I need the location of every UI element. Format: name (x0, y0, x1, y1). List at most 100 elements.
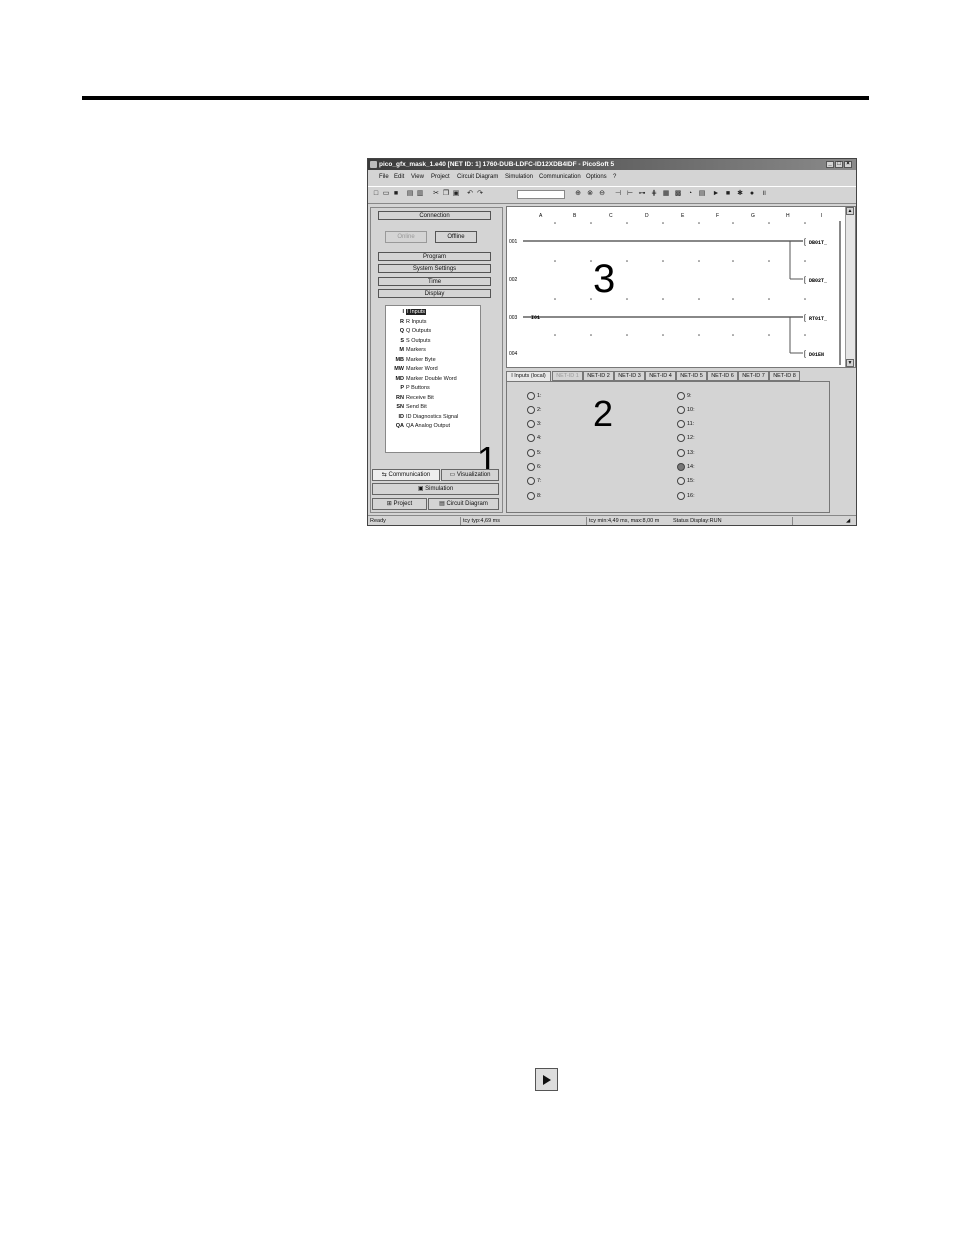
tab-net-id-7[interactable]: NET-ID 7 (738, 371, 769, 381)
input-led-13[interactable] (677, 449, 685, 457)
contact-icon[interactable]: ⊣ (614, 190, 622, 198)
input-led-8[interactable] (527, 492, 535, 500)
menu-options[interactable]: Options (586, 174, 607, 180)
zoom-out-icon[interactable]: ⊖ (598, 190, 606, 198)
tree-item-analog-output[interactable]: QA QA Analog Output (390, 423, 450, 432)
scroll-up-icon[interactable]: ▲ (846, 207, 854, 215)
menu-communication[interactable]: Communication (539, 174, 581, 180)
resize-grip-icon[interactable]: ◢ (846, 516, 850, 525)
tree-item-r-inputs[interactable]: RR Inputs (390, 319, 426, 328)
offline-button[interactable]: Offline (435, 231, 477, 243)
grid-dot (804, 298, 806, 300)
input-led-6[interactable] (527, 463, 535, 471)
grid-icon[interactable]: ▦ (662, 190, 670, 198)
print-icon[interactable]: ▤ (406, 190, 414, 198)
record-icon[interactable]: ● (748, 190, 756, 198)
program-button[interactable]: Program (378, 252, 491, 261)
tree-item-marker-byte[interactable]: MB Marker Byte (390, 357, 435, 366)
time-button[interactable]: Time (378, 277, 491, 286)
connection-icon[interactable]: ⋕ (650, 190, 658, 198)
display-button[interactable]: Display (378, 289, 491, 298)
tree-item-send-bit[interactable]: SN Send Bit (390, 404, 426, 413)
zoom-in-icon[interactable]: ⊕ (574, 190, 582, 198)
grid-dot (698, 222, 700, 224)
tree-item-q-outputs[interactable]: QQ Outputs (390, 328, 431, 337)
tree-item-marker-double-word[interactable]: MD Marker Double Word (390, 376, 456, 385)
paste-icon[interactable]: ▣ (452, 190, 460, 198)
tab-net-id-3[interactable]: NET-ID 3 (614, 371, 645, 381)
pause-icon[interactable]: ॥ (760, 190, 768, 198)
menu-project[interactable]: Project (431, 174, 450, 180)
circuit-diagram-button[interactable]: ▤ Circuit Diagram (428, 498, 499, 510)
input-led-16[interactable] (677, 492, 685, 500)
save-icon[interactable]: ■ (392, 190, 400, 198)
close-button[interactable]: × (844, 161, 852, 168)
tab-visualization[interactable]: ▭ Visualization (441, 469, 499, 481)
tree-item-marker-word[interactable]: MW Marker Word (390, 366, 437, 375)
tree-item-diagnostics-signal[interactable]: ID ID Diagnostics Signal (390, 414, 459, 423)
stop-icon[interactable]: ■ (724, 190, 732, 198)
function-block-icon[interactable]: ▩ (674, 190, 682, 198)
tab-net-id-2[interactable]: NET-ID 2 (583, 371, 614, 381)
grid-dot (698, 298, 700, 300)
input-led-10[interactable] (677, 406, 685, 414)
input-led-5[interactable] (527, 449, 535, 457)
redo-icon[interactable]: ↷ (476, 190, 484, 198)
input-led-3[interactable] (527, 420, 535, 428)
input-led-15[interactable] (677, 477, 685, 485)
input-led-7[interactable] (527, 477, 535, 485)
connection-button[interactable]: Connection (378, 211, 491, 220)
input-led-11[interactable] (677, 420, 685, 428)
tab-net-id-1[interactable]: NET-ID 1 (552, 371, 583, 381)
undo-icon[interactable]: ↶ (466, 190, 474, 198)
input-led-1[interactable] (527, 392, 535, 400)
input-led-4[interactable] (527, 434, 535, 442)
tab-communication[interactable]: ⇆ Communication (372, 469, 440, 481)
menu-circuit-diagram[interactable]: Circuit Diagram (457, 174, 498, 180)
input-led-2[interactable] (527, 406, 535, 414)
cut-icon[interactable]: ✂ (432, 190, 440, 198)
tree-item-p-buttons[interactable]: PP Buttons (390, 385, 429, 394)
tree-item-markers[interactable]: M Markers (390, 347, 425, 356)
play-icon[interactable]: ► (712, 190, 720, 198)
zoom-fit-icon[interactable]: ⊗ (586, 190, 594, 198)
print-preview-icon[interactable]: ▥ (416, 190, 424, 198)
menu-help[interactable]: ? (613, 174, 616, 180)
menu-file[interactable]: File (379, 174, 389, 180)
online-button[interactable]: Online (385, 231, 427, 243)
input-led-9[interactable] (677, 392, 685, 400)
tab-net-id-5[interactable]: NET-ID 5 (676, 371, 707, 381)
minimize-button[interactable]: _ (826, 161, 834, 168)
tab-net-id-8[interactable]: NET-ID 8 (769, 371, 800, 381)
simulation-button[interactable]: ▣ Simulation (372, 483, 499, 495)
menu-edit[interactable]: Edit (394, 174, 404, 180)
open-folder-icon[interactable]: ▭ (382, 190, 390, 198)
coil-icon[interactable]: ⊶ (638, 190, 646, 198)
diagram-scrollbar[interactable]: ▲ ▼ (845, 207, 855, 367)
menu-view[interactable]: View (411, 174, 424, 180)
play-button[interactable] (535, 1068, 558, 1091)
circuit-diagram-view[interactable]: A B C D E F G H I 001 002 003 004 I01 [ … (506, 206, 856, 368)
zoom-select[interactable] (517, 190, 565, 199)
tree-item-receive-bit[interactable]: RN Receive Bit (390, 395, 434, 404)
new-file-icon[interactable]: □ (372, 190, 380, 198)
scroll-down-icon[interactable]: ▼ (846, 359, 854, 367)
menu-simulation[interactable]: Simulation (505, 174, 533, 180)
tree-item-s-outputs[interactable]: SS Outputs (390, 338, 430, 347)
check-icon[interactable]: ◔ (686, 190, 694, 198)
input-led-14[interactable] (677, 463, 685, 471)
input-led-12[interactable] (677, 434, 685, 442)
app-icon (370, 161, 377, 168)
tab-i-inputs-local[interactable]: I Inputs (local) (506, 371, 551, 381)
maximize-button[interactable]: □ (835, 161, 843, 168)
table-icon[interactable]: ▤ (698, 190, 706, 198)
tree-item-i-inputs[interactable]: II Inputs (390, 309, 427, 318)
tab-net-id-6[interactable]: NET-ID 6 (707, 371, 738, 381)
communication-icon: ⇆ (381, 472, 389, 478)
tab-net-id-4[interactable]: NET-ID 4 (645, 371, 676, 381)
nc-contact-icon[interactable]: ⊢ (626, 190, 634, 198)
project-button[interactable]: ⊞ Project (372, 498, 427, 510)
wrench-icon[interactable]: ✱ (736, 190, 744, 198)
system-settings-button[interactable]: System Settings (378, 264, 491, 273)
copy-icon[interactable]: ❐ (442, 190, 450, 198)
